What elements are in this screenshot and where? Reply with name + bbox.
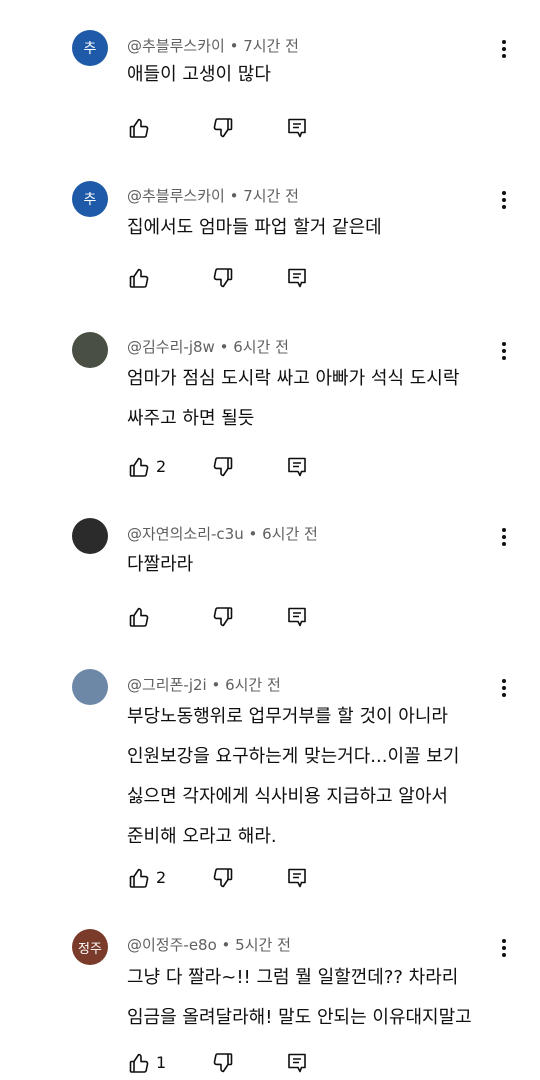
comment-text-line: 엄마가 점심 도시락 싸고 아빠가 석식 도시락	[127, 368, 460, 389]
comment-text-line: 애들이 고생이 많다	[127, 64, 271, 85]
reply-icon[interactable]	[285, 116, 309, 140]
comment-text: 엄마가 점심 도시락 싸고 아빠가 석식 도시락싸주고 하면 될듯	[127, 359, 507, 439]
author-handle[interactable]: @이정주-e8o	[127, 936, 217, 954]
comment-actions	[127, 116, 327, 140]
more-options-icon[interactable]	[494, 934, 514, 962]
reply-icon[interactable]	[285, 1051, 309, 1075]
like-icon[interactable]	[127, 116, 151, 140]
meta-separator: •	[224, 37, 244, 55]
more-options-icon[interactable]	[494, 337, 514, 365]
avatar[interactable]	[72, 518, 108, 554]
like-icon[interactable]	[127, 266, 151, 290]
meta-separator: •	[214, 338, 234, 356]
author-handle[interactable]: @추블루스카이	[127, 187, 225, 205]
comment-actions	[127, 266, 327, 290]
comment-meta: @추블루스카이 • 7시간 전	[127, 35, 299, 56]
more-options-icon[interactable]	[494, 523, 514, 551]
author-handle[interactable]: @추블루스카이	[127, 37, 225, 55]
comment-text: 그냥 다 짤라~!! 그럼 뭘 일할껀데?? 차라리임금을 올려달라해! 말도 …	[127, 958, 507, 1038]
timestamp: 6시간 전	[262, 525, 318, 543]
reply-icon[interactable]	[285, 266, 309, 290]
comment-meta: @자연의소리-c3u • 6시간 전	[127, 523, 318, 544]
comment-text-line: 임금을 올려달라해! 말도 안되는 이유대지말고	[127, 1007, 472, 1028]
dislike-icon[interactable]	[211, 455, 235, 479]
timestamp: 6시간 전	[225, 676, 281, 694]
reply-icon[interactable]	[285, 866, 309, 890]
like-count: 2	[156, 868, 167, 887]
more-options-icon[interactable]	[494, 186, 514, 214]
comment-actions: 2	[127, 866, 327, 890]
comment-meta: @추블루스카이 • 7시간 전	[127, 185, 299, 206]
avatar[interactable]: 정주	[72, 929, 108, 965]
comment-text-line: 싸주고 하면 될듯	[127, 408, 255, 429]
comment-text-line: 부당노동행위로 업무거부를 할 것이 아니라	[127, 706, 448, 727]
avatar[interactable]	[72, 669, 108, 705]
comment-text-line: 준비해 오라고 해라.	[127, 826, 277, 847]
author-handle[interactable]: @김수리-j8w	[127, 338, 215, 356]
meta-separator: •	[224, 187, 244, 205]
like-icon[interactable]	[127, 455, 151, 479]
like-icon[interactable]	[127, 866, 151, 890]
timestamp: 6시간 전	[233, 338, 289, 356]
reply-icon[interactable]	[285, 605, 309, 629]
comment-actions	[127, 605, 327, 629]
timestamp: 7시간 전	[243, 187, 299, 205]
comment-text-line: 인원보강을 요구하는게 맞는거다...이꼴 보기	[127, 746, 460, 767]
like-count: 1	[156, 1053, 167, 1072]
comment-meta: @이정주-e8o • 5시간 전	[127, 934, 291, 955]
dislike-icon[interactable]	[211, 605, 235, 629]
meta-separator: •	[216, 936, 236, 954]
comment-actions: 2	[127, 455, 327, 479]
meta-separator: •	[243, 525, 263, 543]
comment-text-line: 싫으면 각자에게 식사비용 지급하고 알아서	[127, 786, 448, 807]
like-count: 2	[156, 457, 167, 476]
dislike-icon[interactable]	[211, 866, 235, 890]
comment-meta: @김수리-j8w • 6시간 전	[127, 336, 289, 357]
comment-text: 부당노동행위로 업무거부를 할 것이 아니라인원보강을 요구하는게 맞는거다..…	[127, 697, 507, 857]
comment-text-line: 집에서도 엄마들 파업 할거 같은데	[127, 217, 382, 238]
dislike-icon[interactable]	[211, 116, 235, 140]
comment-actions: 1	[127, 1051, 327, 1075]
timestamp: 5시간 전	[235, 936, 291, 954]
avatar[interactable]: 추	[72, 181, 108, 217]
comment-text: 애들이 고생이 많다	[127, 55, 507, 95]
comment-text: 다짤라라	[127, 545, 507, 585]
meta-separator: •	[206, 676, 226, 694]
comment-text-line: 그냥 다 짤라~!! 그럼 뭘 일할껀데?? 차라리	[127, 967, 459, 988]
comment-text: 집에서도 엄마들 파업 할거 같은데	[127, 208, 507, 248]
author-handle[interactable]: @자연의소리-c3u	[127, 525, 244, 543]
avatar[interactable]: 추	[72, 30, 108, 66]
timestamp: 7시간 전	[243, 37, 299, 55]
like-icon[interactable]	[127, 605, 151, 629]
comment-meta: @그리폰-j2i • 6시간 전	[127, 674, 281, 695]
like-icon[interactable]	[127, 1051, 151, 1075]
avatar[interactable]	[72, 332, 108, 368]
author-handle[interactable]: @그리폰-j2i	[127, 676, 207, 694]
dislike-icon[interactable]	[211, 266, 235, 290]
dislike-icon[interactable]	[211, 1051, 235, 1075]
comment-text-line: 다짤라라	[127, 554, 194, 575]
more-options-icon[interactable]	[494, 35, 514, 63]
reply-icon[interactable]	[285, 455, 309, 479]
more-options-icon[interactable]	[494, 674, 514, 702]
